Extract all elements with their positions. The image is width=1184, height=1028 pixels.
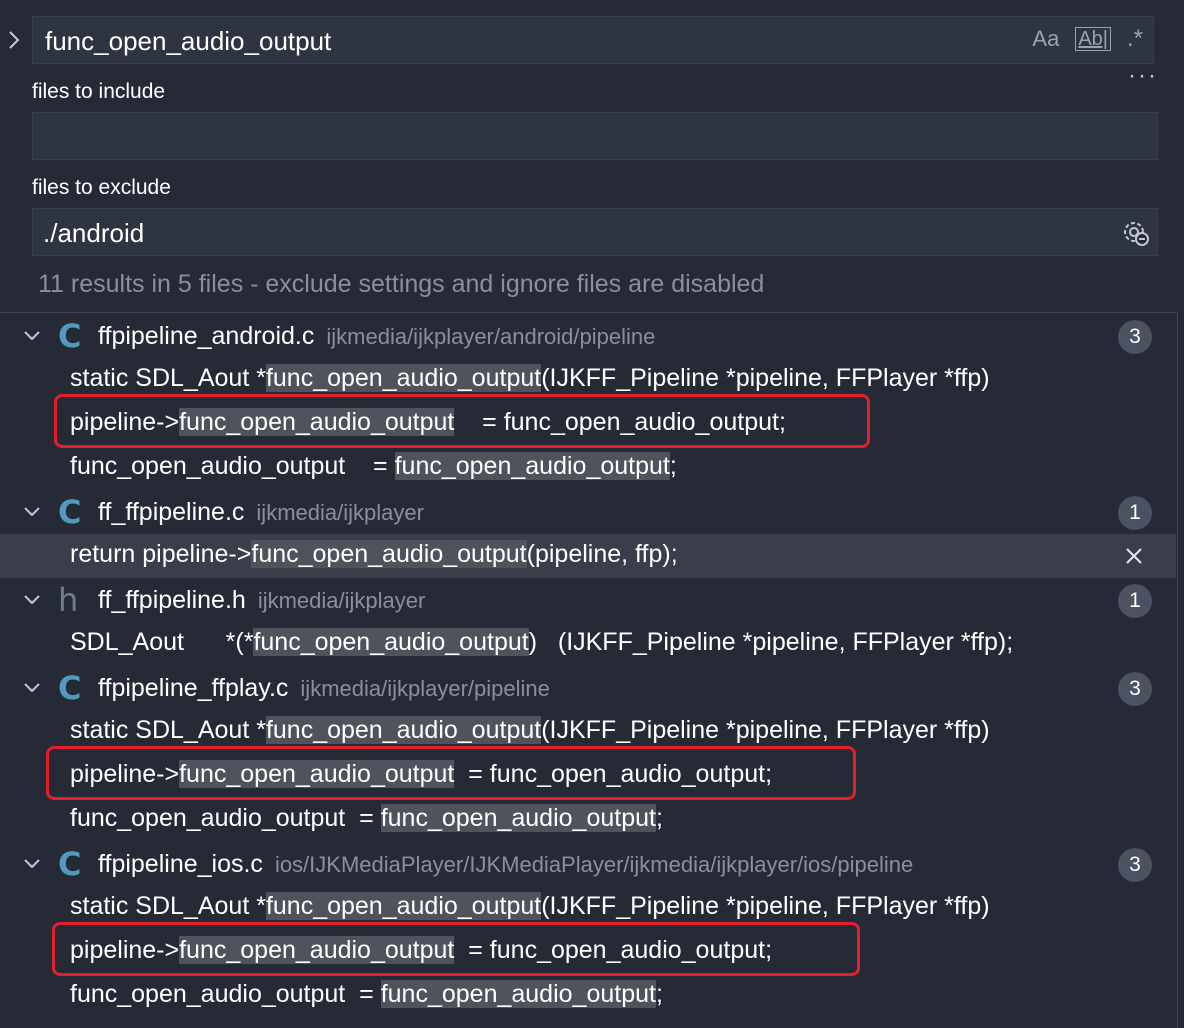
match-line[interactable]: SDL_Aout *(*func_open_audio_output) (IJK…: [0, 622, 1176, 666]
chevron-down-icon[interactable]: [22, 502, 42, 522]
match-count-badge: 3: [1118, 672, 1152, 706]
h-file-icon: h: [58, 581, 79, 619]
match-highlight: func_open_audio_output: [380, 804, 656, 832]
match-highlight: func_open_audio_output: [265, 364, 542, 392]
match-line[interactable]: func_open_audio_output = func_open_audio…: [0, 446, 1176, 490]
chevron-down-icon[interactable]: [22, 590, 42, 610]
file-row[interactable]: C ff_ffpipeline.c ijkmedia/ijkplayer 1: [0, 490, 1176, 534]
file-name: ffpipeline_ios.c ios/IJKMediaPlayer/IJKMe…: [98, 850, 914, 878]
file-path: ijkmedia/ijkplayer/android/pipeline: [326, 324, 656, 349]
include-label: files to include: [32, 80, 166, 103]
match-count-badge: 1: [1118, 584, 1152, 618]
c-file-icon: C: [58, 493, 82, 531]
file-path: ijkmedia/ijkplayer: [256, 500, 424, 525]
exclude-input[interactable]: ./android: [32, 208, 1158, 256]
chevron-down-icon[interactable]: [22, 678, 42, 698]
file-name: ffpipeline_android.c ijkmedia/ijkplayer/a…: [98, 322, 656, 350]
file-row[interactable]: C ffpipeline_ios.c ios/IJKMediaPlayer/IJK…: [0, 842, 1176, 886]
file-name: ff_ffpipeline.c ijkmedia/ijkplayer: [98, 498, 424, 526]
match-count-badge: 1: [1118, 496, 1152, 530]
settings-gear-icon[interactable]: [1121, 218, 1151, 248]
chevron-down-icon[interactable]: [22, 326, 42, 346]
match-highlight: func_open_audio_output: [394, 452, 670, 480]
match-count-badge: 3: [1118, 320, 1152, 354]
annotation-highlight-box: [54, 394, 870, 448]
c-file-icon: C: [58, 669, 82, 707]
file-name: ff_ffpipeline.h ijkmedia/ijkplayer: [98, 586, 426, 614]
match-line-selected[interactable]: return pipeline->func_open_audio_output(…: [0, 534, 1176, 578]
include-input[interactable]: [32, 112, 1158, 160]
c-file-icon: C: [58, 317, 82, 355]
match-highlight: func_open_audio_output: [380, 980, 656, 1008]
file-row[interactable]: C ffpipeline_android.c ijkmedia/ijkplayer…: [0, 314, 1176, 358]
match-count-badge: 3: [1118, 848, 1152, 882]
file-row[interactable]: C ffpipeline_ffplay.c ijkmedia/ijkplayer/…: [0, 666, 1176, 710]
file-path: ios/IJKMediaPlayer/IJKMediaPlayer/ijkmed…: [274, 852, 914, 877]
file-name: ffpipeline_ffplay.c ijkmedia/ijkplayer/pi…: [98, 674, 550, 702]
exclude-label: files to exclude: [32, 176, 171, 199]
search-input[interactable]: func_open_audio_output Aa Ab| .*: [32, 16, 1154, 64]
annotation-highlight-box: [46, 746, 856, 800]
match-line[interactable]: func_open_audio_output = func_open_audio…: [0, 974, 1176, 1018]
file-path: ijkmedia/ijkplayer/pipeline: [300, 676, 550, 701]
annotation-highlight-box: [52, 922, 860, 976]
match-line[interactable]: func_open_audio_output = func_open_audio…: [0, 798, 1176, 842]
chevron-right-icon[interactable]: [4, 26, 24, 54]
more-options-icon[interactable]: ···: [1128, 62, 1158, 90]
match-highlight: func_open_audio_output: [251, 540, 527, 568]
match-highlight: func_open_audio_output: [265, 892, 542, 920]
whole-word-icon[interactable]: Ab|: [1075, 27, 1111, 51]
match-case-icon[interactable]: Aa: [1032, 26, 1059, 52]
file-row[interactable]: h ff_ffpipeline.h ijkmedia/ijkplayer 1: [0, 578, 1176, 622]
c-file-icon: C: [58, 845, 82, 883]
match-highlight: func_open_audio_output: [265, 716, 542, 744]
match-highlight: func_open_audio_output: [253, 628, 529, 656]
chevron-down-icon[interactable]: [22, 854, 42, 874]
regex-icon[interactable]: .*: [1127, 25, 1143, 53]
dismiss-close-icon[interactable]: [1124, 546, 1144, 566]
results-summary: 11 results in 5 files - exclude settings…: [38, 270, 765, 298]
file-path: ijkmedia/ijkplayer: [257, 588, 426, 613]
exclude-value[interactable]: ./android: [43, 218, 144, 249]
search-query[interactable]: func_open_audio_output: [45, 26, 331, 57]
